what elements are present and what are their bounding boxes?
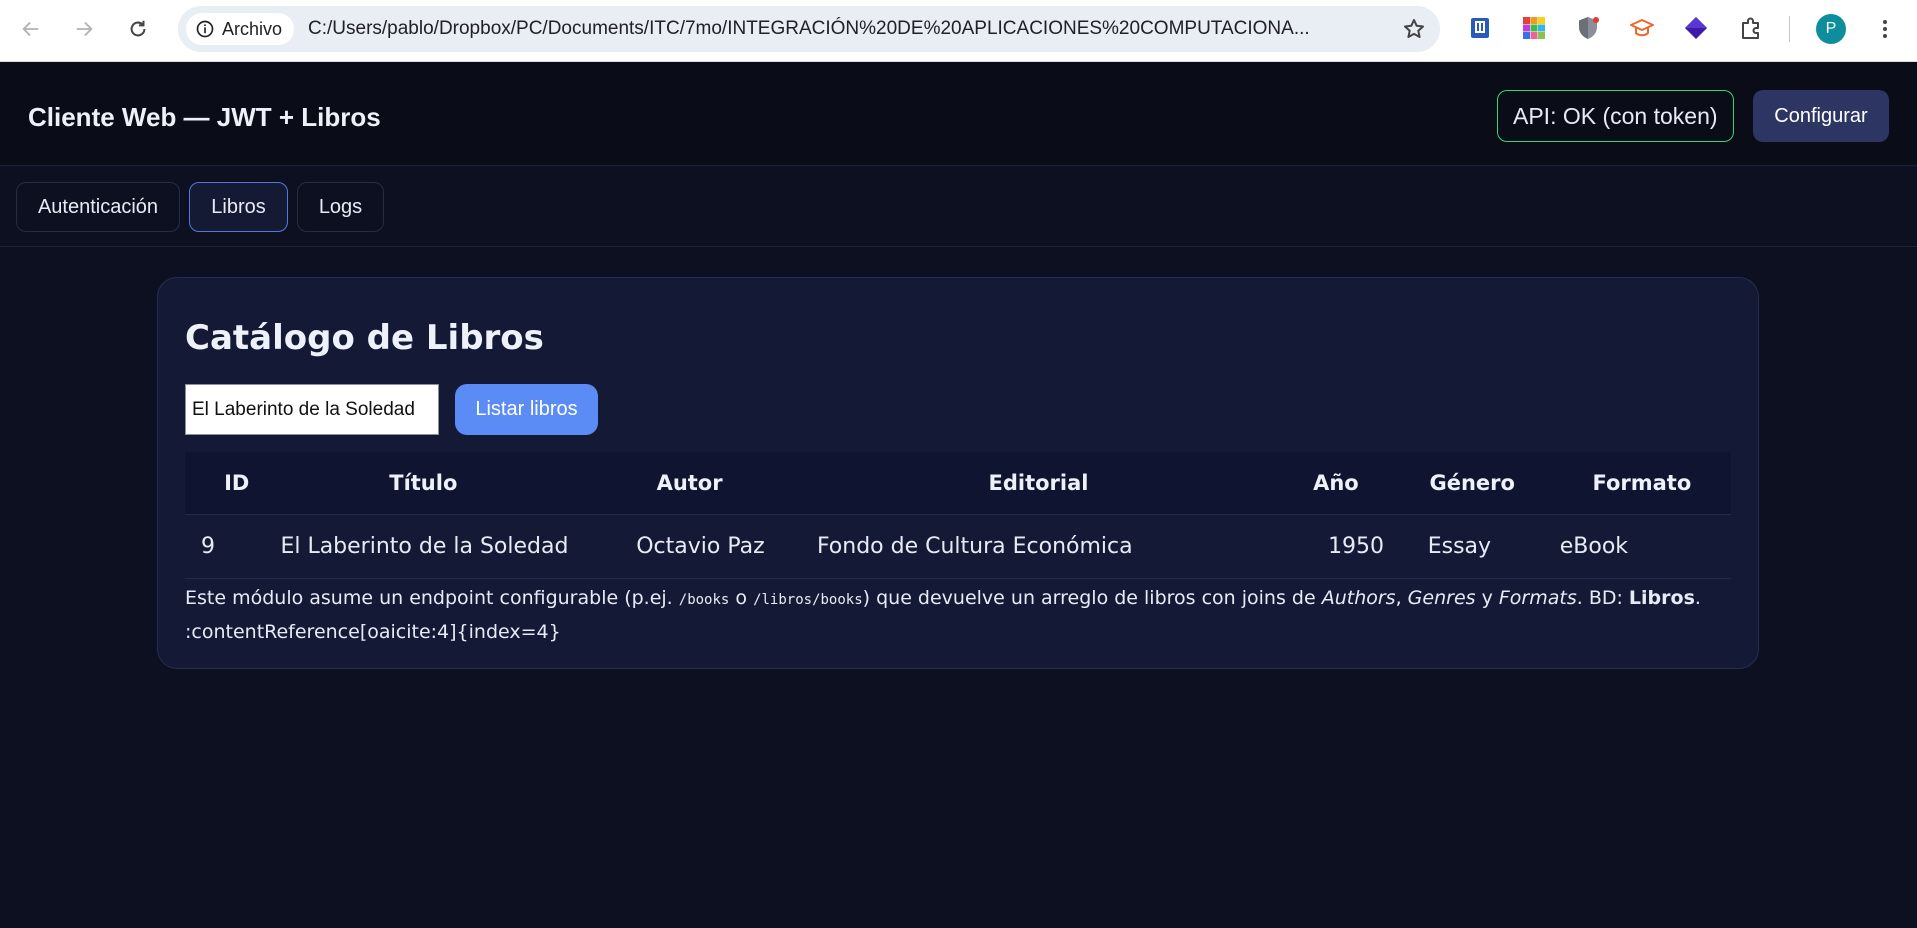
note-text: .	[1694, 587, 1701, 609]
tab-autenticacion[interactable]: Autenticación	[16, 182, 180, 232]
cell-author: Octavio Paz	[582, 513, 797, 579]
note-text: y	[1475, 587, 1499, 609]
browser-toolbar: Archivo C:/Users/pablo/Dropbox/PC/Docume…	[0, 0, 1917, 62]
catalog-card: Catálogo de Libros Listar libros ID Títu…	[157, 277, 1759, 669]
graduation-cap-extension-icon	[1630, 19, 1654, 37]
note-text: ,	[1395, 587, 1408, 609]
address-bar[interactable]: Archivo C:/Users/pablo/Dropbox/PC/Docume…	[178, 6, 1440, 52]
reload-icon	[130, 20, 146, 37]
note-genres: Genres	[1407, 587, 1476, 609]
note-code-books: /books	[678, 592, 730, 608]
note-authors: Authors	[1321, 587, 1396, 609]
column-header-autor: Autor	[656, 470, 723, 495]
url-text[interactable]: C:/Users/pablo/Dropbox/PC/Documents/ITC/…	[308, 6, 1368, 52]
cell-genre: Essay	[1391, 513, 1553, 579]
note-text: Este módulo asume un endpoint configurab…	[185, 587, 679, 609]
note-db-name: Libros	[1628, 587, 1695, 609]
cell-id: 9	[185, 513, 265, 579]
puzzle-icon	[1742, 17, 1759, 39]
endpoint-note: Este módulo asume un endpoint configurab…	[185, 582, 1745, 648]
star-icon	[1404, 19, 1424, 38]
info-icon	[196, 20, 214, 38]
shield-extension-icon	[1579, 17, 1599, 39]
extensions-button[interactable]	[1737, 14, 1765, 42]
column-header-formato: Formato	[1592, 470, 1692, 495]
back-arrow-icon	[22, 21, 39, 37]
column-header-editorial: Editorial	[988, 470, 1089, 495]
column-header-anio: Año	[1313, 470, 1359, 495]
toolbar-divider	[1789, 16, 1790, 42]
table-row[interactable]: 9 El Laberinto de la Soledad Octavio Paz…	[185, 513, 1731, 579]
site-info-chip[interactable]: Archivo	[186, 13, 295, 45]
app-header: Cliente Web — JWT + Libros API: OK (con …	[0, 62, 1917, 166]
list-books-button[interactable]: Listar libros	[455, 384, 598, 435]
color-grid-extension-button[interactable]	[1520, 14, 1548, 42]
catalog-title: Catálogo de Libros	[185, 318, 544, 358]
app-title: Cliente Web — JWT + Libros	[28, 102, 381, 132]
graduation-extension-button[interactable]	[1628, 14, 1656, 42]
configure-button[interactable]: Configurar	[1753, 90, 1889, 142]
cell-year: 1950	[1280, 513, 1392, 579]
column-header-titulo: Título	[389, 470, 458, 495]
color-grid-extension-icon	[1523, 17, 1545, 39]
table-header-row: ID Título Autor Editorial Año Género For…	[185, 452, 1731, 514]
note-text: o	[729, 587, 754, 609]
note-code-libros-books: /libros/books	[753, 592, 863, 608]
profile-avatar[interactable]: P	[1816, 14, 1846, 44]
note-reference: :contentReference[oaicite:4]{index=4}	[185, 621, 561, 643]
forward-arrow-icon	[76, 21, 93, 37]
cell-format: eBook	[1552, 513, 1731, 579]
back-button[interactable]	[13, 11, 49, 47]
note-text: ) que devuelve un arreglo de libros con …	[862, 587, 1322, 609]
cell-title: El Laberinto de la Soledad	[264, 513, 583, 579]
tab-logs[interactable]: Logs	[297, 182, 384, 232]
book-extension-icon	[1471, 18, 1489, 38]
api-status-badge: API: OK (con token)	[1497, 90, 1734, 142]
column-header-genero: Género	[1429, 470, 1515, 495]
note-text: . BD:	[1576, 587, 1629, 609]
more-vert-icon	[1883, 20, 1887, 38]
shield-extension-button[interactable]	[1574, 14, 1602, 42]
column-header-id: ID	[224, 470, 250, 495]
bookmark-star-button[interactable]	[1400, 15, 1428, 43]
book-extension-button[interactable]	[1466, 14, 1494, 42]
layers-extension-icon	[1685, 17, 1707, 39]
tab-libros[interactable]: Libros	[189, 182, 288, 232]
site-chip-label: Archivo	[222, 18, 283, 39]
browser-menu-button[interactable]	[1870, 14, 1900, 44]
search-input[interactable]	[185, 384, 439, 435]
tab-bar: Autenticación Libros Logs	[0, 166, 1917, 247]
note-formats: Formats	[1498, 587, 1577, 609]
books-table: ID Título Autor Editorial Año Género For…	[185, 452, 1731, 579]
layers-extension-button[interactable]	[1682, 14, 1710, 42]
reload-button[interactable]	[120, 11, 156, 47]
forward-button[interactable]	[66, 11, 102, 47]
cell-publisher: Fondo de Cultura Económica	[796, 513, 1281, 579]
